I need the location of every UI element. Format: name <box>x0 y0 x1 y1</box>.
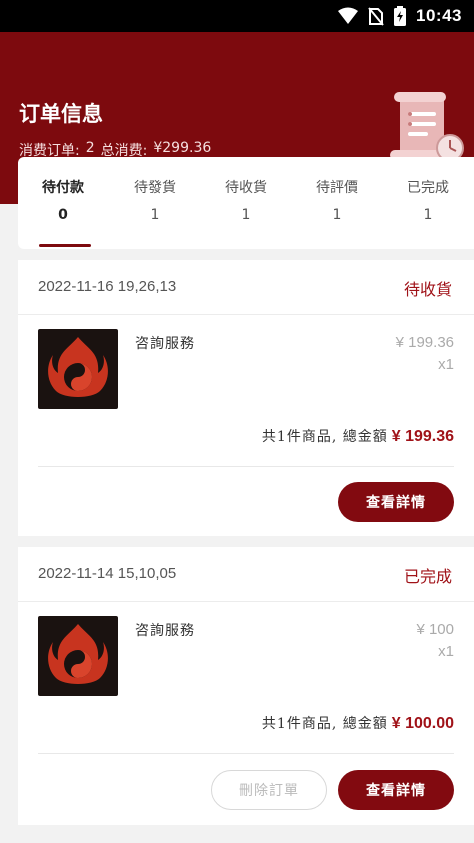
tab-pending-shipment[interactable]: 待發貨 1 <box>110 157 200 249</box>
product-thumbnail[interactable] <box>38 329 118 409</box>
divider <box>18 601 474 602</box>
tab-pending-review[interactable]: 待評價 1 <box>292 157 382 249</box>
tab-count: 1 <box>150 207 160 223</box>
tab-label: 已完成 <box>407 180 449 196</box>
product-price: ¥ 100 <box>416 621 454 638</box>
order-status: 待收貨 <box>403 280 452 299</box>
tab-label: 待付款 <box>42 180 84 196</box>
status-icons: 10:43 <box>338 6 462 26</box>
order-total: 共1件商品, 總金額 ¥ 100.00 <box>262 713 454 733</box>
product-price: ¥ 199.36 <box>395 334 454 351</box>
order-card: 2022-11-14 15,10,05 已完成 咨詢服務 ¥ 100 x1 共1… <box>18 547 474 825</box>
wifi-icon <box>338 7 359 24</box>
no-sim-icon <box>368 7 384 26</box>
order-total: 共1件商品, 總金額 ¥ 199.36 <box>262 426 454 446</box>
tab-count: 1 <box>241 207 251 223</box>
divider <box>38 466 454 467</box>
delete-order-button[interactable]: 刪除訂單 <box>211 770 327 810</box>
tab-count: 0 <box>58 207 68 223</box>
view-details-button[interactable]: 查看詳情 <box>338 482 454 522</box>
tab-count: 1 <box>332 207 342 223</box>
tab-label: 待發貨 <box>134 180 176 196</box>
clock-time: 10:43 <box>416 6 462 25</box>
tab-label: 待評價 <box>316 180 358 196</box>
total-amount: ¥ 100.00 <box>391 715 454 732</box>
product-quantity: x1 <box>438 356 454 373</box>
order-date: 2022-11-14 15,10,05 <box>38 565 177 582</box>
battery-charging-icon <box>394 6 407 26</box>
view-details-button[interactable]: 查看詳情 <box>338 770 454 810</box>
product-quantity: x1 <box>438 643 454 660</box>
total-summary-text: 共1件商品, 總金額 <box>261 716 388 732</box>
active-tab-indicator <box>39 244 91 247</box>
order-date: 2022-11-16 19,26,13 <box>38 278 177 295</box>
product-thumbnail[interactable] <box>38 616 118 696</box>
flame-taiji-logo-icon <box>48 337 108 397</box>
total-amount: ¥ 199.36 <box>391 428 454 445</box>
order-status-tabs: 待付款 0 待發貨 1 待收貨 1 待評價 1 已完成 1 <box>18 157 474 249</box>
product-name: 咨詢服務 <box>135 623 195 639</box>
tab-pending-payment[interactable]: 待付款 0 <box>18 157 108 249</box>
status-bar: 10:43 <box>0 0 474 32</box>
product-name: 咨詢服務 <box>135 336 195 352</box>
total-summary-text: 共1件商品, 總金額 <box>261 429 388 445</box>
tab-count: 1 <box>423 207 433 223</box>
page-title: 订单信息 <box>19 102 103 126</box>
divider <box>18 314 474 315</box>
order-card: 2022-11-16 19,26,13 待收貨 咨詢服務 ¥ 199.36 x1… <box>18 260 474 536</box>
divider <box>38 753 454 754</box>
tab-completed[interactable]: 已完成 1 <box>383 157 473 249</box>
order-status: 已完成 <box>403 567 452 586</box>
tab-pending-receipt[interactable]: 待收貨 1 <box>201 157 291 249</box>
flame-taiji-logo-icon <box>48 624 108 684</box>
tab-label: 待收貨 <box>225 180 267 196</box>
